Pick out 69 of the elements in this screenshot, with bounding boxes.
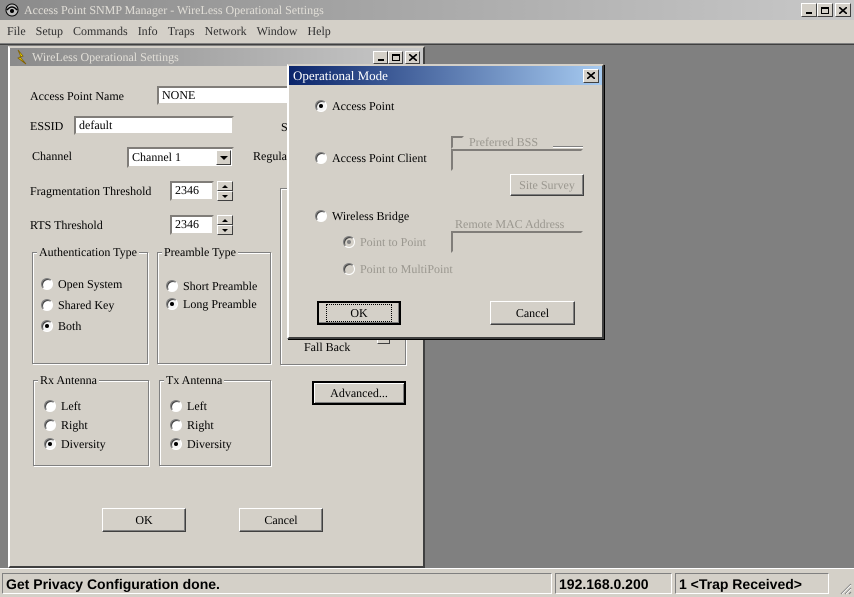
radio-label[interactable]: Diversity xyxy=(61,435,106,453)
resize-grip-icon xyxy=(840,583,852,595)
field-label: Fragmentation Threshold xyxy=(30,183,152,200)
radio-button[interactable] xyxy=(315,210,327,222)
radio-button[interactable] xyxy=(41,320,53,332)
menu-item[interactable]: Traps xyxy=(162,24,200,39)
status-address: 192.168.0.200 xyxy=(555,572,672,594)
input-field[interactable]: 2346 xyxy=(170,181,214,201)
radio-label[interactable]: Access Point Client xyxy=(332,149,427,167)
radio-button[interactable] xyxy=(315,152,327,164)
radio-label[interactable]: Right xyxy=(187,416,214,434)
radio-label[interactable]: Access Point xyxy=(332,97,394,115)
field-label: Channel xyxy=(32,148,72,165)
radio-label[interactable]: Wireless Bridge xyxy=(332,207,410,225)
ok-button[interactable]: OK xyxy=(317,301,401,325)
field-label: S xyxy=(281,119,288,136)
radio-button[interactable] xyxy=(315,100,327,112)
field-label: ESSID xyxy=(30,118,64,135)
radio-button[interactable] xyxy=(44,438,56,450)
radio-label[interactable]: Short Preamble xyxy=(183,277,258,295)
input-field[interactable]: default xyxy=(74,116,234,135)
menu-item[interactable]: Help xyxy=(302,24,336,39)
advanced-button[interactable]: Advanced... xyxy=(312,381,406,405)
field-label: Remote MAC Address xyxy=(455,216,564,233)
menu-item[interactable]: File xyxy=(2,24,31,39)
cancel-button[interactable]: Cancel xyxy=(239,508,323,532)
spin-down-button[interactable] xyxy=(217,191,233,201)
radio-label[interactable]: Shared Key xyxy=(58,296,114,314)
input-field[interactable]: 2346 xyxy=(170,215,214,235)
field-label: Regula xyxy=(253,148,287,165)
field-label: RTS Threshold xyxy=(30,217,103,234)
radio-label[interactable]: Right xyxy=(61,416,88,434)
radio-button[interactable] xyxy=(41,299,53,311)
close-button[interactable] xyxy=(583,68,599,82)
ok-button[interactable]: OK xyxy=(102,508,186,532)
radio-button[interactable] xyxy=(170,438,182,450)
menu-item[interactable]: Setup xyxy=(30,24,68,39)
radio-label[interactable]: Left xyxy=(61,397,81,415)
radio-button[interactable] xyxy=(44,400,56,412)
radio-button[interactable] xyxy=(166,298,178,310)
close-icon xyxy=(587,72,595,79)
menu-item[interactable]: Network xyxy=(200,24,252,39)
spin-up-button[interactable] xyxy=(217,215,233,225)
menu-item[interactable]: Window xyxy=(252,24,302,39)
menu-item[interactable]: Commands xyxy=(68,24,133,39)
close-icon xyxy=(408,54,416,60)
cancel-button[interactable]: Cancel xyxy=(490,301,575,325)
dialog-title: Operational Mode xyxy=(293,68,389,84)
window-title: WireLess Operational Settings xyxy=(32,50,180,64)
radio-button[interactable] xyxy=(166,280,178,292)
radio-label[interactable]: Long Preamble xyxy=(183,295,257,313)
window-title: Access Point SNMP Manager - WireLess Operational Settings xyxy=(24,2,325,18)
radio-button[interactable] xyxy=(170,419,182,431)
field-label: Fall Back xyxy=(304,339,350,356)
radio-button[interactable] xyxy=(44,419,56,431)
spin-up-button[interactable] xyxy=(217,181,233,191)
radio-button[interactable] xyxy=(41,278,53,290)
status-message: Get Privacy Configuration done. xyxy=(2,572,552,594)
close-icon xyxy=(839,6,847,14)
spin-down-button[interactable] xyxy=(217,225,233,235)
radio-label[interactable]: Both xyxy=(58,317,82,335)
menu-item[interactable]: Info xyxy=(132,24,163,39)
radio-label[interactable]: Left xyxy=(187,397,207,415)
radio-button[interactable] xyxy=(170,400,182,412)
radio-label[interactable]: Open System xyxy=(58,275,122,293)
radio-label[interactable]: Diversity xyxy=(187,435,232,453)
field-label: Access Point Name xyxy=(30,88,124,105)
dropdown[interactable]: Channel 1 xyxy=(127,147,234,168)
status-traps: 1 <Trap Received> xyxy=(675,572,829,594)
